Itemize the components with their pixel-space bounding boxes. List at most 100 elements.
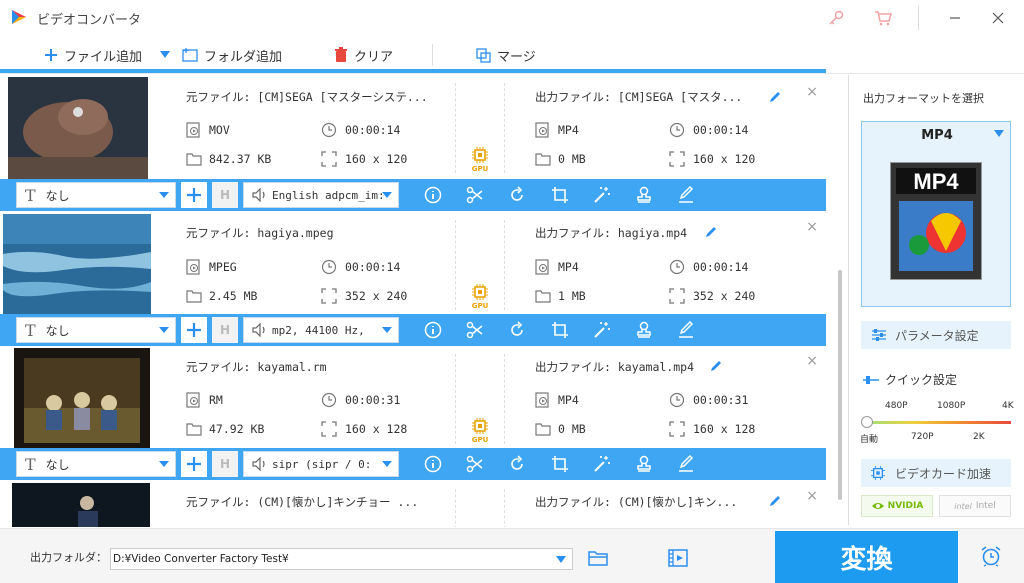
alarm-clock-icon[interactable]: [980, 545, 1002, 567]
gpu-indicator: GPU: [470, 284, 490, 310]
remove-item-icon[interactable]: ×: [806, 219, 818, 235]
subtitle-settings-button[interactable]: H: [212, 317, 238, 343]
rotate-icon[interactable]: [507, 185, 527, 205]
source-resolution: 160 x 128: [345, 422, 408, 436]
scissors-icon[interactable]: [465, 454, 485, 474]
audio-track-select[interactable]: English adpcm_im:: [243, 182, 399, 208]
add-subtitle-button[interactable]: [181, 317, 207, 343]
quality-label-auto: 自動: [860, 435, 879, 445]
crop-icon[interactable]: [550, 185, 570, 205]
crop-icon[interactable]: [550, 454, 570, 474]
video-thumbnail[interactable]: [14, 348, 150, 450]
source-file-label: 元ファイル: (CM)[懐かし]キンチョー ...: [186, 495, 419, 509]
convert-button[interactable]: 変換: [775, 531, 958, 583]
watermark-stamp-icon[interactable]: [634, 185, 654, 205]
audio-track-select[interactable]: sipr (sipr / 0:: [243, 451, 399, 477]
edit-output-name-icon[interactable]: [768, 90, 782, 104]
select-format-heading: 出力フォーマットを選択: [863, 92, 984, 105]
chevron-down-icon[interactable]: [556, 556, 566, 564]
audio-track-select[interactable]: mp2, 44100 Hz,: [243, 317, 399, 343]
crop-icon[interactable]: [550, 320, 570, 340]
output-folder-path: D:¥Video Converter Factory Test¥: [113, 553, 289, 565]
plus-icon: [44, 48, 58, 62]
parameter-settings-button[interactable]: パラメータ設定: [861, 321, 1011, 349]
remove-item-icon[interactable]: ×: [806, 488, 818, 504]
effects-wand-icon[interactable]: [592, 320, 612, 340]
open-folder-icon[interactable]: [588, 549, 608, 567]
rotate-icon[interactable]: [507, 320, 527, 340]
resolution-icon: [669, 151, 685, 167]
mp4-icon-text: MP4: [913, 169, 959, 194]
video-thumbnail[interactable]: [3, 214, 151, 316]
info-icon[interactable]: [423, 185, 443, 205]
key-icon[interactable]: [826, 8, 846, 28]
edit-toolbar: T なし H English adpcm_im:: [0, 179, 826, 211]
subtitle-select[interactable]: T なし: [16, 451, 176, 477]
text-icon: T: [25, 320, 36, 340]
scissors-icon[interactable]: [465, 185, 485, 205]
edit-metadata-icon[interactable]: [676, 454, 696, 474]
scissors-icon[interactable]: [465, 320, 485, 340]
quality-slider[interactable]: [865, 421, 1011, 424]
watermark-stamp-icon[interactable]: [634, 320, 654, 340]
gpu-indicator: GPU: [470, 418, 490, 444]
output-folder-field[interactable]: D:¥Video Converter Factory Test¥: [110, 548, 573, 570]
format-selector[interactable]: MP4 MP4: [861, 121, 1011, 307]
edit-output-name-icon[interactable]: [768, 494, 782, 508]
chip-icon: [871, 466, 885, 480]
close-window-icon[interactable]: [988, 8, 1008, 28]
plus-icon: [187, 188, 201, 202]
edit-metadata-icon[interactable]: [676, 185, 696, 205]
watermark-stamp-icon[interactable]: [634, 454, 654, 474]
toolbar-divider: [432, 44, 433, 66]
clock-icon: [321, 259, 337, 275]
subtitle-select[interactable]: T なし: [16, 182, 176, 208]
clear-label: クリア: [354, 49, 394, 65]
intel-label: Intel: [975, 501, 996, 511]
subtitle-select[interactable]: T なし: [16, 317, 176, 343]
add-subtitle-button[interactable]: [181, 182, 207, 208]
output-file-label: 出力ファイル: (CM)[懐かし]キン...: [535, 495, 738, 509]
add-subtitle-button[interactable]: [181, 451, 207, 477]
rotate-icon[interactable]: [507, 454, 527, 474]
edit-output-name-icon[interactable]: [709, 359, 723, 373]
resolution-icon: [669, 288, 685, 304]
output-file-label: 出力ファイル: kayamal.mp4: [535, 360, 695, 374]
video-thumbnail[interactable]: [8, 77, 148, 179]
info-icon[interactable]: [423, 454, 443, 474]
list-item[interactable]: 元ファイル: (CM)[懐かし]キンチョー ... 出力ファイル: (CM)[懐…: [0, 481, 826, 527]
source-size: 47.92 KB: [209, 422, 265, 436]
intel-toggle[interactable]: intel Intel: [939, 495, 1011, 517]
effects-wand-icon[interactable]: [592, 454, 612, 474]
output-format: MP4: [558, 260, 579, 274]
subtitle-gear-icon: H: [219, 457, 231, 471]
output-duration: 00:00:31: [693, 393, 749, 407]
source-duration: 00:00:31: [345, 393, 401, 407]
gpu-acceleration-button[interactable]: ビデオカード加速: [861, 459, 1011, 487]
effects-wand-icon[interactable]: [592, 185, 612, 205]
subtitle-settings-button[interactable]: H: [212, 451, 238, 477]
remove-item-icon[interactable]: ×: [806, 84, 818, 100]
minimize-icon[interactable]: [945, 8, 965, 28]
output-format-panel: 出力フォーマットを選択 MP4 MP4 パラメータ設定 クイック設定 480P …: [848, 75, 1024, 525]
list-scrollbar[interactable]: [836, 80, 844, 526]
merge-label: マージ: [497, 49, 536, 65]
scrollbar-thumb[interactable]: [838, 270, 842, 500]
remove-item-icon[interactable]: ×: [806, 353, 818, 369]
edit-toolbar: T なし H sipr (sipr / 0:: [0, 448, 826, 480]
chevron-down-icon: [159, 461, 169, 467]
edit-metadata-icon[interactable]: [676, 320, 696, 340]
nvidia-toggle[interactable]: NVIDIA: [861, 495, 933, 517]
info-icon[interactable]: [423, 320, 443, 340]
quality-slider-handle[interactable]: [861, 416, 873, 428]
open-output-video-icon[interactable]: [668, 549, 688, 567]
quick-settings-heading: クイック設定: [863, 371, 957, 388]
edit-output-name-icon[interactable]: [704, 225, 718, 239]
output-file-label: 出力ファイル: hagiya.mp4: [535, 226, 688, 240]
chevron-down-icon: [160, 51, 170, 58]
source-file-label: 元ファイル: hagiya.mpeg: [186, 226, 334, 240]
subtitle-settings-button[interactable]: H: [212, 182, 238, 208]
video-thumbnail[interactable]: [12, 483, 150, 527]
cart-icon[interactable]: [873, 8, 893, 28]
gpu-label: GPU: [471, 436, 489, 444]
